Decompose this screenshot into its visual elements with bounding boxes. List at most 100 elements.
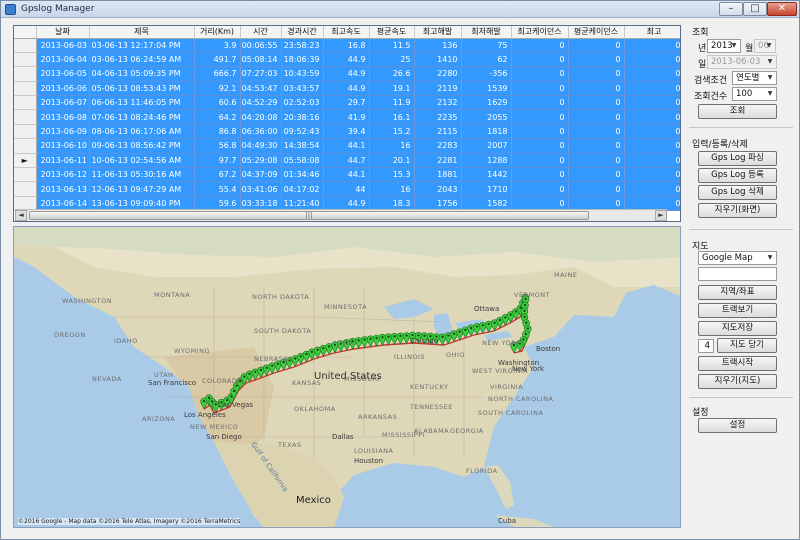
table-row[interactable]: 2013-06-08 07-06-13 08:24:46 PM 64.2 04:20:… (14, 109, 680, 125)
table-cell[interactable]: 67.2 (194, 167, 241, 183)
table-cell[interactable]: 0 (568, 109, 625, 125)
table-cell[interactable]: 60.6 (194, 95, 241, 111)
table-cell[interactable]: 16 (369, 138, 415, 154)
scroll-left-arrow-icon[interactable]: ◄ (15, 210, 27, 221)
title-bar[interactable]: Gpslog Manager – □ ✕ (1, 1, 799, 18)
table-cell[interactable]: 44.1 (323, 138, 370, 154)
table-cell[interactable]: 0 (568, 81, 625, 97)
table-cell[interactable]: 11-06-13 05:30:16 AM (89, 167, 195, 183)
table-cell[interactable]: 09-06-13 08:56:42 PM (89, 138, 195, 154)
table-cell[interactable]: 0 (511, 81, 569, 97)
table-row[interactable]: 2013-06-03 03-06-13 12:17:04 PM 3.9 00:06:5… (14, 38, 680, 53)
table-cell[interactable]: 0 (624, 109, 680, 125)
gps-log-register-button[interactable]: Gps Log 등록 (698, 168, 777, 183)
table-cell[interactable]: 03-06-13 06:24:59 AM (89, 52, 195, 68)
table-cell[interactable]: 92.1 (194, 81, 241, 97)
table-cell[interactable]: 08-06-13 06:17:06 AM (89, 124, 195, 140)
horizontal-scroll-thumb[interactable]: ||| (29, 211, 589, 220)
table-cell[interactable]: 07:27:03 (240, 66, 282, 82)
table-cell[interactable]: 12-06-13 09:47:29 AM (89, 181, 195, 197)
table-cell[interactable]: 2007 (461, 138, 512, 154)
table-cell[interactable]: 06:36:00 (240, 124, 282, 140)
table-cell[interactable]: 0 (624, 81, 680, 97)
column-header-max-extra[interactable]: 최고 (624, 26, 680, 39)
table-cell[interactable]: 0 (624, 153, 680, 169)
gps-log-delete-button[interactable]: Gps Log 삭제 (698, 185, 777, 200)
table-cell[interactable]: 00:06:55 (240, 38, 282, 53)
row-header[interactable] (14, 167, 37, 183)
settings-button[interactable]: 설정 (698, 418, 777, 433)
table-cell[interactable]: 0 (511, 95, 569, 111)
table-cell[interactable]: 18:06:39 (281, 52, 324, 68)
map-view[interactable]: Ottawa MAINE VERMONT WASHINGTON MONTANA … (13, 226, 681, 528)
row-header[interactable] (14, 52, 37, 68)
table-cell[interactable]: 64.2 (194, 109, 241, 125)
table-cell[interactable]: 55.4 (194, 181, 241, 197)
table-cell[interactable]: 2132 (414, 95, 462, 111)
grid-horizontal-scrollbar[interactable]: ◄ ||| ► (15, 209, 667, 221)
gps-log-parse-button[interactable]: Gps Log 파싱 (698, 151, 777, 166)
table-cell[interactable]: 0 (568, 38, 625, 53)
table-row[interactable]: 2013-06-04 03-06-13 06:24:59 AM 491.7 05:08… (14, 52, 680, 68)
region-coordinate-button[interactable]: 지역/좌표 (698, 285, 777, 300)
table-cell[interactable]: 2013-06-12 (36, 167, 90, 183)
table-cell[interactable]: 1710 (461, 181, 512, 197)
day-date-picker[interactable]: 2013-06-03 ▼ (707, 55, 777, 69)
table-cell[interactable]: 0 (568, 95, 625, 111)
table-cell[interactable]: 02:52:03 (281, 95, 324, 111)
table-cell[interactable]: 04:17:02 (281, 181, 324, 197)
track-start-button[interactable]: 트랙시작 (698, 356, 777, 371)
table-cell[interactable]: 0 (624, 124, 680, 140)
table-cell[interactable]: 06-06-13 11:46:05 PM (89, 95, 195, 111)
table-cell[interactable]: 0 (624, 95, 680, 111)
close-button[interactable]: ✕ (767, 2, 797, 16)
table-cell[interactable]: 0 (511, 167, 569, 183)
table-row[interactable]: 2013-06-10 09-06-13 08:56:42 PM 56.8 04:49:… (14, 138, 680, 154)
maximize-button[interactable]: □ (743, 2, 767, 16)
table-cell[interactable]: 86.8 (194, 124, 241, 140)
row-header[interactable] (14, 38, 37, 53)
table-cell[interactable]: 2013-06-06 (36, 81, 90, 97)
table-cell[interactable]: 44.9 (323, 52, 370, 68)
table-cell[interactable]: 04:20:08 (240, 109, 282, 125)
table-cell[interactable]: 0 (568, 181, 625, 197)
table-cell[interactable]: 3.9 (194, 38, 241, 53)
scroll-right-arrow-icon[interactable]: ► (655, 210, 667, 221)
table-cell[interactable]: 11.9 (369, 95, 415, 111)
column-header-max-speed[interactable]: 최고속도 (323, 26, 370, 39)
table-cell[interactable]: 2013-06-05 (36, 66, 90, 82)
column-header-title[interactable]: 제목 (89, 26, 195, 39)
table-cell[interactable]: 20:38:16 (281, 109, 324, 125)
search-condition-select[interactable]: 연도별 ▼ (732, 71, 777, 85)
table-cell[interactable]: 04-06-13 05:09:35 PM (89, 66, 195, 82)
table-cell[interactable]: 11.5 (369, 38, 415, 53)
column-header-max-cadence[interactable]: 최고케이던스 (511, 26, 569, 39)
table-cell[interactable]: 07-06-13 08:24:46 PM (89, 109, 195, 125)
column-header-distance[interactable]: 거리(Km) (194, 26, 241, 39)
table-cell[interactable]: 0 (568, 138, 625, 154)
row-header[interactable]: ► (14, 153, 37, 169)
table-cell[interactable]: 491.7 (194, 52, 241, 68)
table-row[interactable]: 2013-06-13 12-06-13 09:47:29 AM 55.4 03:41:… (14, 181, 680, 197)
table-cell[interactable]: 25 (369, 52, 415, 68)
table-cell[interactable]: 0 (511, 153, 569, 169)
year-select[interactable]: 2013 ▼ (707, 39, 741, 53)
table-cell[interactable]: 62 (461, 52, 512, 68)
table-cell[interactable]: 75 (461, 38, 512, 53)
table-cell[interactable]: 05:58:08 (281, 153, 324, 169)
table-cell[interactable]: 0 (511, 124, 569, 140)
table-row[interactable]: ► 2013-06-11 10-06-13 02:54:56 AM 97.7 05:29… (14, 153, 680, 169)
table-cell[interactable]: 2043 (414, 181, 462, 197)
gps-log-grid[interactable]: 날짜 제목 거리(Km) 시간 경과시간 최고속도 평균속도 최고해발 최저해발… (13, 25, 681, 222)
zoom-level-field[interactable]: 4 (698, 339, 714, 353)
table-cell[interactable]: 04:53:47 (240, 81, 282, 97)
table-cell[interactable]: 44 (323, 181, 370, 197)
table-cell[interactable]: 16.1 (369, 109, 415, 125)
column-header-min-altitude[interactable]: 최저해발 (461, 26, 512, 39)
zoom-map-button[interactable]: 지도 당기 (717, 338, 777, 353)
table-row[interactable]: 2013-06-09 08-06-13 06:17:06 AM 86.8 06:36:… (14, 124, 680, 140)
table-cell[interactable]: 15.3 (369, 167, 415, 183)
table-cell[interactable]: 2013-06-09 (36, 124, 90, 140)
table-cell[interactable]: 0 (568, 167, 625, 183)
table-cell[interactable]: 0 (568, 52, 625, 68)
